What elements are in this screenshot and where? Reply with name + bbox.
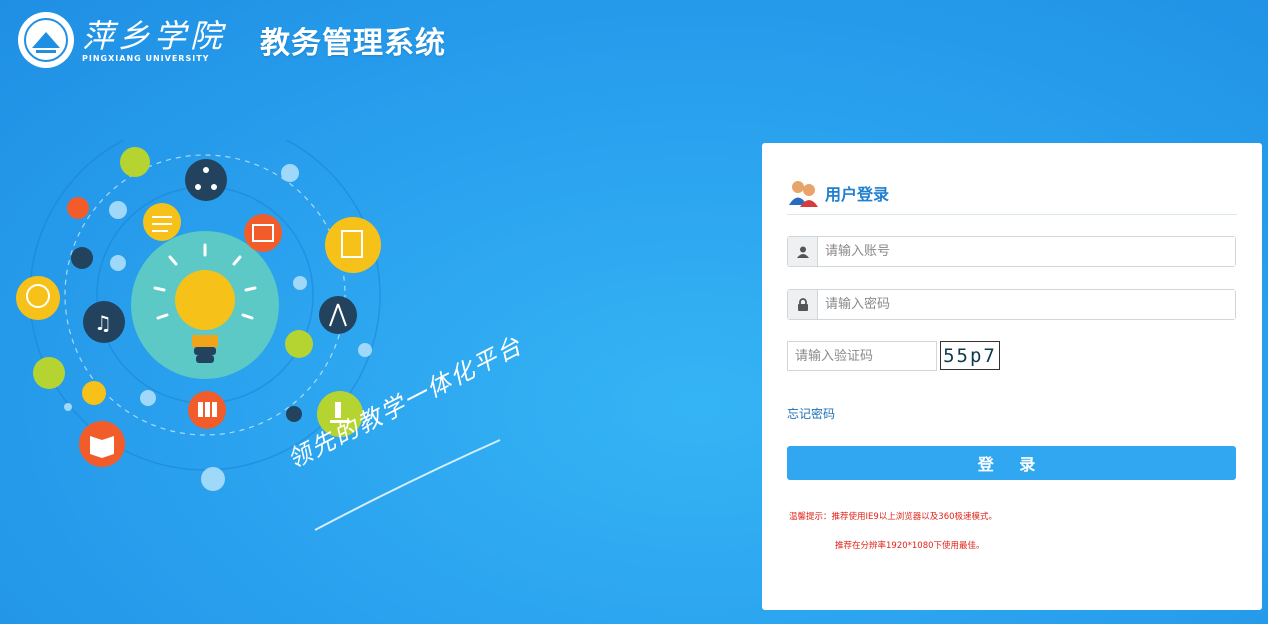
captcha-image[interactable]: 55p7 <box>940 341 1000 370</box>
tip-resolution: 推荐在分辨率1920*1080下使用最佳。 <box>835 541 985 551</box>
login-panel: 用户登录 55p7 忘记密码 登 录 温馨提示：推荐使用IE9以上浏览器以及36… <box>762 143 1262 610</box>
tip-browser: 温馨提示：推荐使用IE9以上浏览器以及360极速模式。 <box>789 512 998 522</box>
svg-text:♫: ♫ <box>94 311 112 335</box>
username-input[interactable] <box>818 237 1235 266</box>
compass-icon <box>319 296 357 334</box>
users-icon <box>787 178 821 208</box>
system-title: 教务管理系统 <box>260 26 447 61</box>
school-name-cn: 萍乡学院 <box>82 16 227 55</box>
lightbulb-icon <box>131 231 279 379</box>
hero-illustration: ♫ <box>10 119 520 540</box>
username-field <box>787 236 1236 267</box>
login-panel-header: 用户登录 <box>787 175 1237 215</box>
school-logo-seal <box>18 12 74 68</box>
book-open-icon <box>79 421 125 467</box>
school-logo-text: 萍乡学院 PINGXIANG UNIVERSITY <box>82 18 226 63</box>
user-icon <box>788 237 818 266</box>
music-icon: ♫ <box>83 301 125 343</box>
globe-icon <box>16 276 60 320</box>
login-button[interactable]: 登 录 <box>787 446 1236 480</box>
password-input[interactable] <box>818 290 1235 319</box>
abacus-icon <box>244 214 282 252</box>
atom-icon <box>143 203 181 241</box>
forgot-password-link[interactable]: 忘记密码 <box>787 405 835 422</box>
captcha-input[interactable] <box>787 341 937 371</box>
password-field <box>787 289 1236 320</box>
school-name-en: PINGXIANG UNIVERSITY <box>82 53 210 63</box>
books-icon <box>188 391 226 429</box>
lock-icon <box>788 290 818 319</box>
document-icon <box>325 217 381 273</box>
share-nodes-icon <box>185 159 227 201</box>
header: 萍乡学院 PINGXIANG UNIVERSITY 教务管理系统 <box>18 12 446 68</box>
login-title: 用户登录 <box>825 184 890 204</box>
